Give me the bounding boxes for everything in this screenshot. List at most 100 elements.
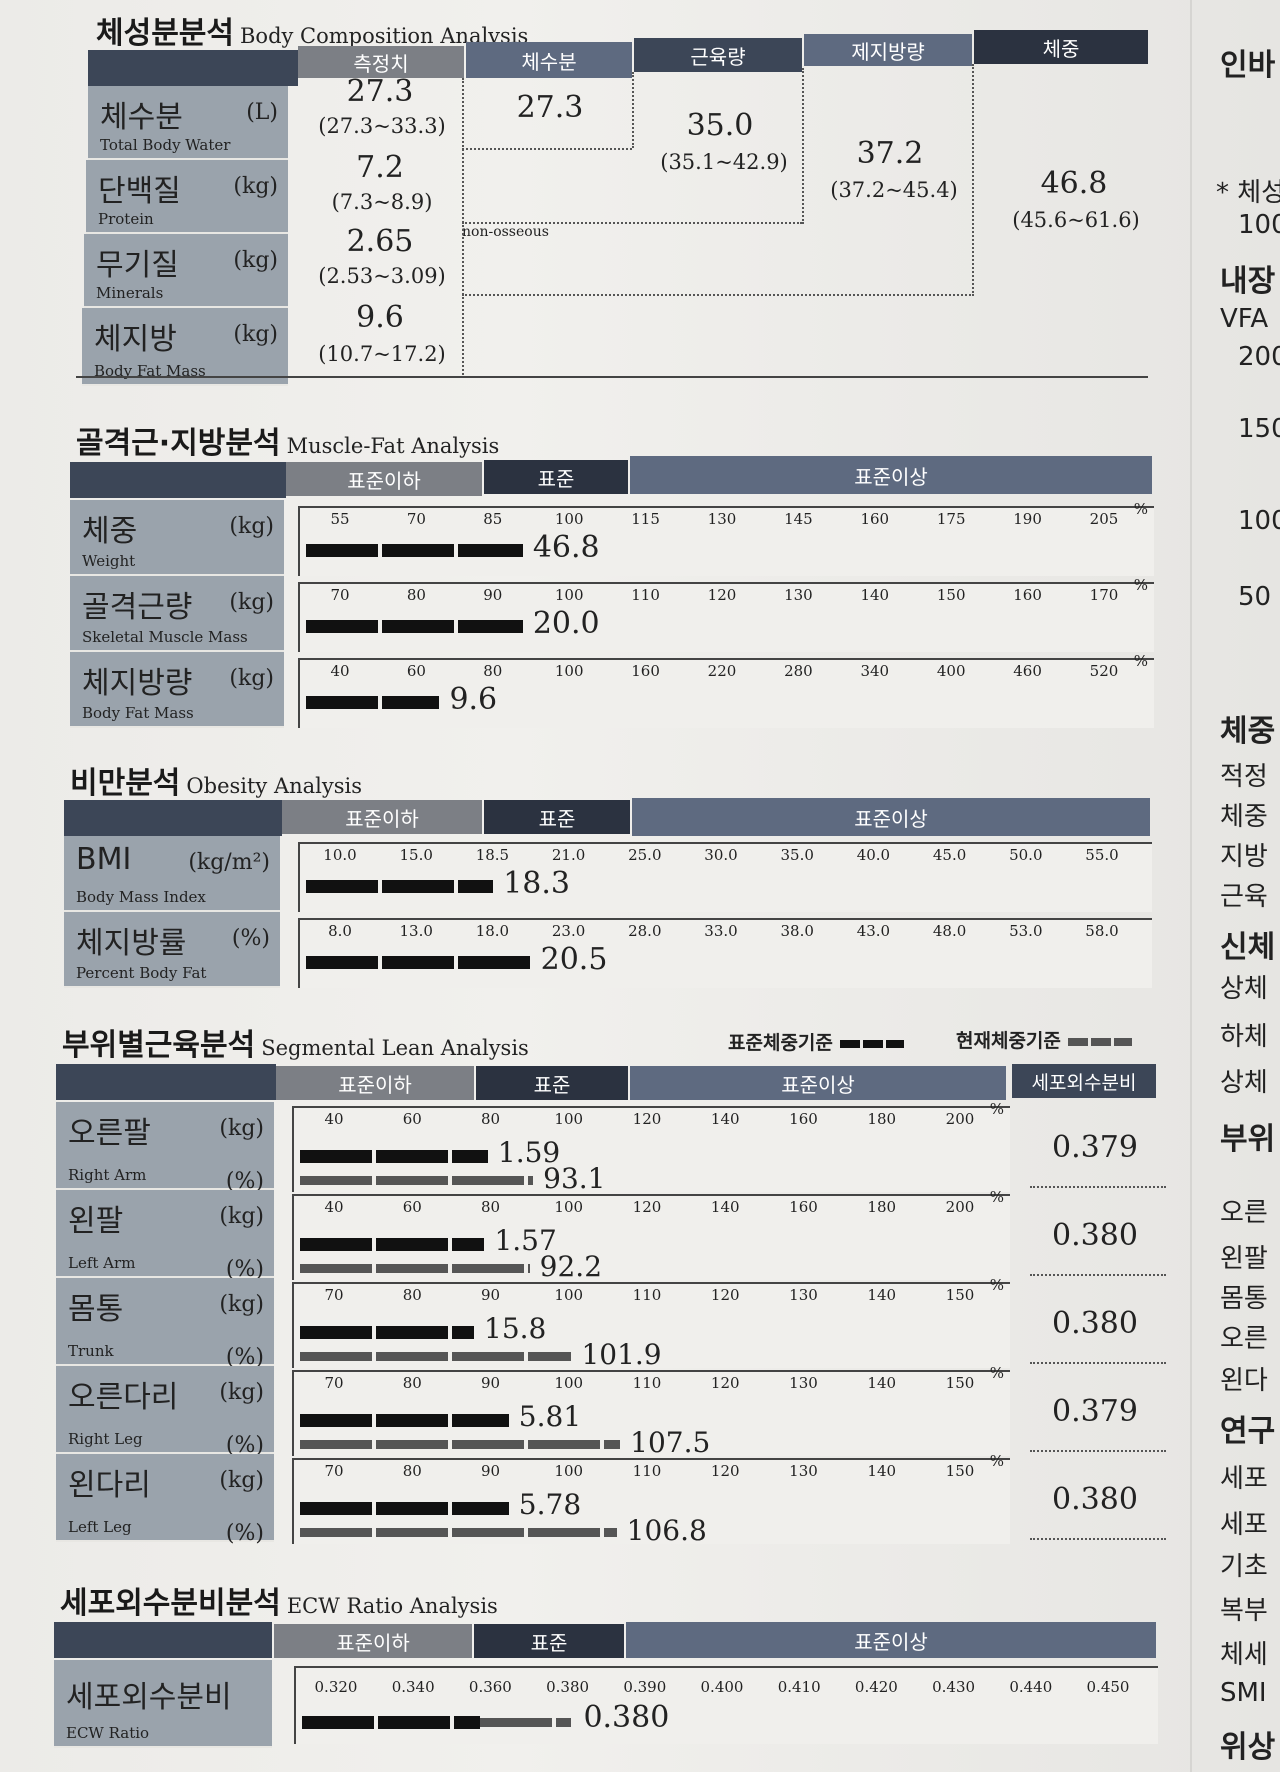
right-col-text: 연구	[1220, 1414, 1276, 1449]
sla-row-4-ecw: 0.380	[1052, 1482, 1138, 1517]
sla-row-0-tick: 200	[945, 1110, 975, 1128]
mfa-row-1-tick: 80	[406, 586, 426, 604]
sla-row-4-tick: 90	[480, 1462, 501, 1480]
oa-row-1-label-en: Percent Body Fat	[76, 964, 207, 982]
bca-row-protein: 단백질 Protein (kg)	[86, 160, 288, 234]
right-col-text: 오른	[1220, 1324, 1268, 1354]
mfa-row-0-tick: 70	[406, 510, 426, 528]
bca-muscle-range: (35.1~42.9)	[660, 150, 788, 174]
oa-title-ko: 비만분석	[70, 766, 181, 801]
right-col-text: 왼다	[1220, 1366, 1268, 1396]
right-col-text: 체중	[1220, 802, 1268, 832]
sla-header-corner	[56, 1064, 276, 1100]
sla-row-1-bar	[300, 1264, 530, 1273]
right-col-text: 지방	[1220, 842, 1268, 872]
right-col-text: 하체	[1220, 1022, 1268, 1052]
mfa-row-0-label-ko: 체중	[82, 514, 138, 549]
bca-row-minerals: 무기질 Minerals (kg)	[84, 234, 288, 308]
sla-row-1-tick: 160	[789, 1198, 818, 1216]
mfa-row-1-tick: 120	[707, 586, 737, 604]
mfa-row-2-unit: (kg)	[229, 666, 274, 691]
sla-row-0-tick: 180	[867, 1110, 897, 1128]
sla-row-4-pct-sign: %	[989, 1452, 1004, 1470]
sla-row-3-unit-kg: (kg)	[219, 1380, 264, 1405]
mfa-row-2-tick: 400	[936, 662, 966, 680]
sla-row-4-value: 106.8	[626, 1514, 707, 1547]
sla-row-3-tick: 90	[480, 1374, 501, 1392]
right-col-text: 위상	[1220, 1730, 1276, 1765]
sla-row-3-value: 107.5	[630, 1426, 711, 1459]
sla-row-0-tick: 80	[480, 1110, 501, 1128]
sla-row-0-tick: 100	[554, 1110, 584, 1128]
oa-row-0-tick: 10.0	[323, 846, 357, 864]
page-gutter	[1190, 0, 1192, 1772]
ecwa-tick: 0.440	[1009, 1678, 1053, 1696]
sla-row-3-tick: 120	[710, 1374, 740, 1392]
ecw-divider	[1030, 1186, 1166, 1188]
mfa-row-0-value: 46.8	[532, 530, 600, 565]
ecwa-bar-gray	[479, 1718, 572, 1727]
sla-row-1-label: 왼팔 Left Arm (%) (kg)	[56, 1190, 274, 1282]
sla-level-std: 표준	[476, 1066, 628, 1100]
mfa-row-0-tick: 205	[1089, 510, 1119, 528]
sla-row-2-tick: 110	[632, 1286, 662, 1304]
oa-level-above: 표준이상	[632, 798, 1150, 836]
right-col-text: 100	[1238, 210, 1280, 240]
sla-row-4-bar	[300, 1528, 617, 1537]
sla-row-1-tick: 120	[632, 1198, 662, 1216]
mfa-row-2-pct-sign: %	[1133, 652, 1148, 670]
bca-title-ko: 체성분분석	[96, 16, 234, 51]
right-col-text: 체중	[1220, 714, 1276, 749]
mfa-row-0-tick: 100	[554, 510, 584, 528]
mfa-row-0-label-en: Weight	[82, 552, 136, 570]
bca-minerals-range: (2.53~3.09)	[318, 264, 446, 288]
ecwa-tick: 0.400	[700, 1678, 744, 1696]
ecwa-tick: 0.320	[314, 1678, 358, 1696]
sla-row-2-value: 101.9	[581, 1338, 662, 1371]
mfa-row-0-label: 체중 Weight (kg)	[70, 500, 284, 576]
sla-row-4-tick: 130	[789, 1462, 818, 1480]
sla-row-3-value: 5.81	[518, 1400, 582, 1433]
bca-divider	[972, 64, 974, 296]
mfa-row-1-tick: 70	[330, 586, 350, 604]
mfa-row-2-tick: 40	[330, 662, 350, 680]
mfa-row-1-tick: 160	[1013, 586, 1042, 604]
sla-row-0-ecw: 0.379	[1052, 1130, 1138, 1165]
legend-black-bar	[839, 1039, 904, 1048]
sla-row-3-label-en: Right Leg	[68, 1430, 143, 1448]
oa-row-0-label-en: Body Mass Index	[76, 888, 206, 906]
oa-row-0-tick: 25.0	[628, 846, 662, 864]
oa-row-0-tick: 18.5	[475, 846, 510, 864]
mfa-row-2-tick: 160	[631, 662, 660, 680]
bca-col-ffm: 제지방량	[804, 34, 972, 66]
mfa-row-1-tick: 150	[936, 586, 966, 604]
sla-row-2-bar	[300, 1352, 572, 1361]
sla-row-1-graph: 40 60 80 100 120 140 160 180 200% 1.57 92.2	[292, 1188, 1010, 1283]
sla-title: 부위별근육분석 Segmental Lean Analysis	[62, 1020, 529, 1064]
ecwa-title: 세포외수분비분석 ECW Ratio Analysis	[60, 1578, 498, 1622]
bca-divider	[802, 68, 804, 224]
sla-level-above: 표준이상	[630, 1066, 1006, 1100]
oa-row-0-tick: 30.0	[704, 846, 738, 864]
oa-row-1-tick: 48.0	[932, 922, 967, 940]
ecwa-row-label: 세포외수분비 ECW Ratio	[54, 1660, 272, 1748]
sla-row-1-unit-kg: (kg)	[219, 1204, 264, 1229]
mfa-row-0-tick: 160	[860, 510, 890, 528]
mfa-row-1-value: 20.0	[532, 606, 600, 641]
sla-row-0-tick: 120	[632, 1110, 662, 1128]
right-col-text: * 체성	[1216, 178, 1280, 208]
oa-row-0-bar	[306, 880, 494, 893]
oa-row-1-label-ko: 체지방률	[76, 926, 187, 961]
sla-row-3-pct-sign: %	[989, 1364, 1004, 1382]
sla-row-0-tick: 140	[710, 1110, 740, 1128]
sla-row-4-label-ko: 왼다리	[68, 1468, 151, 1503]
ecw-divider	[1030, 1450, 1166, 1452]
ecwa-header-corner	[54, 1622, 272, 1658]
oa-row-0-tick: 40.0	[856, 846, 891, 864]
mfa-row-1-graph: 70 80 90 100 110 120 130 140 150 160 170% 20.0	[298, 576, 1154, 652]
oa-row-1-tick: 43.0	[856, 922, 891, 940]
mfa-row-1-label: 골격근량 Skeletal Muscle Mass (kg)	[70, 576, 284, 652]
mfa-row-0-tick: 145	[784, 510, 813, 528]
sla-row-0-bar	[300, 1176, 534, 1185]
mfa-row-0-tick: 55	[330, 510, 350, 528]
